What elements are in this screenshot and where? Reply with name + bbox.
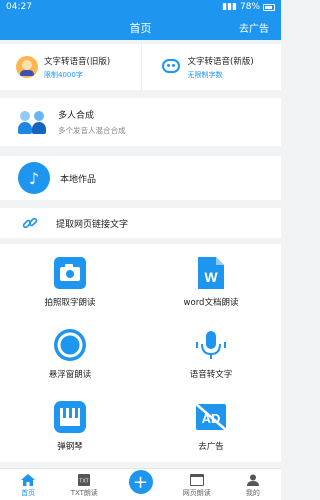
tts-cards: 文字转语音(旧版) 限制4000字 文字转语音(新版) 无限制字数 bbox=[0, 44, 281, 90]
battery-icon bbox=[263, 3, 275, 11]
floating-window-read-button[interactable]: 悬浮窗朗读 bbox=[0, 316, 140, 388]
status-bar: 04:27 ▮▮▮ 78% bbox=[0, 0, 281, 14]
circle-icon bbox=[53, 328, 87, 362]
svg-text:TXT: TXT bbox=[80, 479, 89, 485]
nav-add[interactable]: + bbox=[112, 469, 168, 500]
speech-to-text-label: 语音转文字 bbox=[189, 370, 233, 380]
camera-icon bbox=[53, 256, 87, 290]
floating-window-label: 悬浮窗朗读 bbox=[48, 370, 92, 380]
word-doc-icon: W bbox=[194, 256, 228, 290]
people-icon bbox=[18, 109, 48, 135]
piano-label: 弹钢琴 bbox=[57, 442, 83, 452]
remove-ads-header-link[interactable]: 去广告 bbox=[239, 20, 269, 35]
tts-old-sub: 限制4000字 bbox=[44, 70, 83, 79]
ocr-read-label: 拍照取字朗读 bbox=[44, 298, 96, 308]
txt-icon: TXT bbox=[78, 474, 91, 486]
user-icon bbox=[246, 474, 259, 486]
signal-icon: ▮▮▮ bbox=[222, 2, 237, 12]
nav-web[interactable]: 网页朗读 bbox=[169, 469, 225, 500]
home-icon bbox=[21, 474, 36, 486]
tts-old-title: 文字转语音(旧版) bbox=[44, 56, 111, 67]
microphone-icon bbox=[194, 328, 228, 362]
nav-home[interactable]: 首页 bbox=[0, 469, 56, 500]
remove-ads-button[interactable]: AD 去广告 bbox=[141, 388, 281, 460]
piano-button[interactable]: 弹钢琴 bbox=[0, 388, 140, 460]
local-works-card[interactable]: ♪ 本地作品 bbox=[0, 156, 281, 200]
feature-grid: 拍照取字朗读 W word文档朗读 悬浮窗朗读 语音转文字 弹钢琴 去广告 bbox=[0, 244, 281, 462]
nav-home-label: 首页 bbox=[21, 489, 36, 497]
status-time: 04:27 bbox=[6, 2, 32, 12]
no-ads-icon: AD bbox=[194, 400, 228, 434]
speech-to-text-button[interactable]: 语音转文字 bbox=[141, 316, 281, 388]
link-icon bbox=[22, 217, 38, 229]
web-icon bbox=[189, 474, 204, 486]
bottom-nav: 首页 TXT TXT朗读 + 网页朗读 我的 bbox=[0, 468, 281, 500]
nav-mine[interactable]: 我的 bbox=[225, 469, 281, 500]
tts-new-sub: 无限制字数 bbox=[187, 70, 223, 79]
tts-new-card[interactable]: 文字转语音(新版) 无限制字数 bbox=[140, 44, 282, 90]
word-read-button[interactable]: W word文档朗读 bbox=[141, 244, 281, 316]
nav-mine-label: 我的 bbox=[245, 489, 260, 497]
tts-new-title: 文字转语音(新版) bbox=[187, 56, 254, 67]
svg-text:W: W bbox=[204, 269, 218, 285]
multi-speaker-sub: 多个发音人混合合成 bbox=[58, 126, 126, 135]
piano-icon bbox=[53, 400, 87, 434]
local-works-title: 本地作品 bbox=[60, 174, 97, 185]
remove-ads-label: 去广告 bbox=[198, 442, 224, 452]
multi-speaker-card[interactable]: 多人合成 多个发音人混合合成 bbox=[0, 98, 281, 146]
ocr-read-button[interactable]: 拍照取字朗读 bbox=[0, 244, 140, 316]
user-avatar-icon bbox=[16, 56, 38, 78]
nav-web-label: 网页朗读 bbox=[182, 489, 211, 497]
nav-txt[interactable]: TXT TXT朗读 bbox=[56, 469, 112, 500]
music-note-icon: ♪ bbox=[18, 162, 50, 194]
battery-text: 78% bbox=[239, 2, 260, 12]
extract-link-card[interactable]: 提取网页链接文字 bbox=[0, 208, 281, 238]
nav-txt-label: TXT朗读 bbox=[70, 489, 98, 497]
word-read-label: word文档朗读 bbox=[183, 298, 239, 308]
robot-icon bbox=[160, 56, 182, 78]
multi-speaker-title: 多人合成 bbox=[58, 111, 95, 121]
extract-link-title: 提取网页链接文字 bbox=[56, 219, 129, 230]
status-right: ▮▮▮ 78% bbox=[222, 2, 275, 12]
plus-icon: + bbox=[128, 470, 153, 494]
tts-old-card[interactable]: 文字转语音(旧版) 限制4000字 bbox=[0, 44, 141, 90]
app-header: 首页 去广告 bbox=[0, 14, 281, 40]
